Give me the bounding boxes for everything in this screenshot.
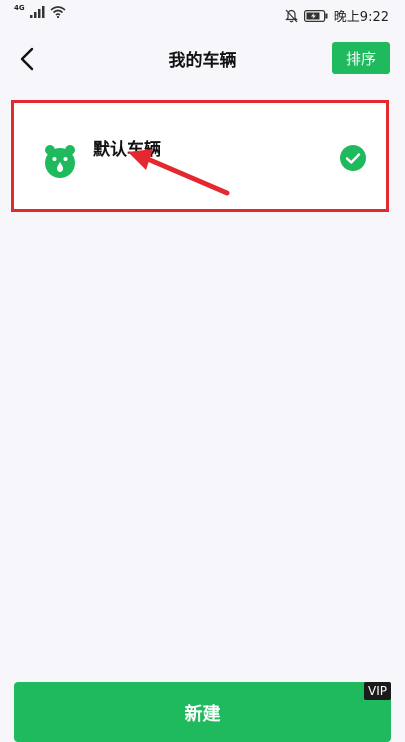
sort-button[interactable]: 排序	[332, 42, 390, 74]
back-button[interactable]	[12, 44, 42, 74]
vehicle-name: 默认车辆	[93, 140, 161, 160]
header: 我的车辆 排序	[0, 30, 405, 88]
highlight-frame: 默认车辆	[11, 100, 389, 212]
check-circle-icon[interactable]	[340, 145, 366, 171]
chevron-left-icon	[20, 47, 34, 71]
status-left: 4G	[14, 4, 66, 18]
mute-notification-icon	[284, 9, 298, 22]
network-type-label: 4G	[14, 4, 25, 12]
battery-icon	[303, 9, 328, 22]
status-right: 晚上9:22	[284, 6, 389, 25]
vip-badge: VIP	[364, 682, 391, 700]
status-bar: 4G 晚上9:22	[0, 0, 405, 30]
wifi-icon	[50, 6, 66, 18]
signal-icon	[29, 6, 45, 18]
status-time: 晚上9:22	[333, 10, 389, 25]
vehicle-list-item[interactable]: 默认车辆	[17, 106, 383, 206]
new-vehicle-button[interactable]: 新建	[14, 682, 391, 742]
bear-icon	[45, 145, 75, 178]
